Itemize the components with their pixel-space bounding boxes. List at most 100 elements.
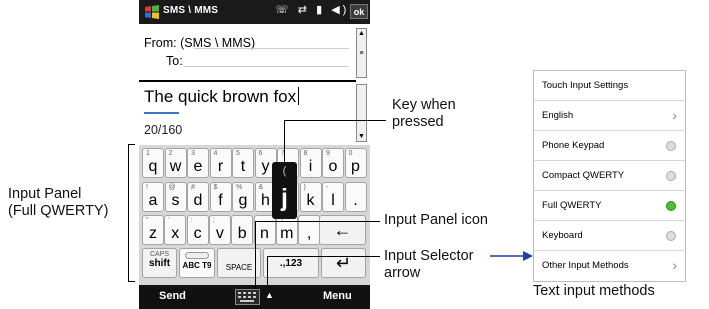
key-label: x [171,225,180,242]
key-secondary-label: 0 [348,150,353,157]
key-l[interactable]: -l [322,181,344,212]
panel-icon-leader [255,221,380,222]
windows-logo-icon[interactable] [144,4,160,20]
key-g[interactable]: % g [232,181,254,212]
key-label: o [328,158,338,175]
key-secondary-label: @ [168,183,176,191]
numbers-label: .,123 [279,258,303,269]
key-b[interactable]: b [231,215,254,245]
key-r[interactable]: 4r [209,148,232,178]
scroll-down-icon[interactable]: ▼ [357,132,366,141]
key-pressed-label: Key when pressed [392,97,456,130]
menu-item-label: Compact QWERTY [542,170,625,181]
key-t[interactable]: 5t [232,148,254,178]
scroll-up-icon[interactable]: ▲ [357,29,366,38]
key-c[interactable]: :c [186,215,209,245]
radio-unselected-icon[interactable] [666,231,676,241]
key-a[interactable]: ! a [142,181,164,212]
key-w[interactable]: 2w [164,148,187,178]
status-indicators-icon[interactable]: ☏ ⇄ ▮ ◀) [275,3,349,16]
menu-softkey[interactable]: Menu [323,290,352,302]
message-body[interactable]: The quick brown fox [144,87,300,107]
from-underline [194,48,349,49]
ok-button[interactable]: ok [350,4,368,19]
scroll-thumb-icon[interactable]: ≡ [357,49,366,58]
key-i[interactable]: 8i [299,148,322,178]
numbers-key[interactable]: .,123 [263,248,319,278]
input-panel-icon[interactable] [235,289,260,305]
body-underline [144,112,179,114]
header-scrollbar[interactable]: ▲ ≡ [356,28,367,78]
body-scrollbar[interactable]: ▼ [356,84,367,142]
bracket-bottom-tick [128,281,135,282]
key-label: . [353,191,358,209]
key-label: w [169,158,182,175]
popup-symbol: ( [282,165,287,177]
key-secondary-label: 4 [213,150,218,157]
backspace-key[interactable]: ← [319,215,366,245]
caps-shift-key[interactable]: CAPS shift [142,248,177,278]
to-field[interactable] [184,66,349,67]
key-label: , [306,225,312,242]
pointer-arrow-icon [490,251,533,261]
key-label: b [237,225,247,242]
status-bar: SMS \ MMS ☏ ⇄ ▮ ◀) ok [139,0,370,24]
key-e[interactable]: 3e [187,148,209,178]
menu-item-full-qwerty[interactable]: Full QWERTY [534,191,685,221]
key-secondary-label: % [236,183,243,191]
key-n[interactable]: n [253,215,276,245]
radio-unselected-icon[interactable] [666,171,676,181]
key-comma[interactable]: , [298,215,321,245]
key-secondary-label: 6 [258,150,263,157]
abc-t9-key[interactable]: ABC T9 [179,248,215,278]
key-label: n [260,225,269,242]
send-softkey[interactable]: Send [159,290,186,302]
bracket-top-tick [128,144,135,145]
t9-toggle-icon[interactable] [185,252,209,259]
key-pressed-leader-drop [284,120,285,162]
enter-key[interactable]: ↵ [321,248,366,278]
input-selector-arrow-icon[interactable]: ▲ [265,290,274,300]
key-secondary-label: ; [212,217,215,224]
key-o[interactable]: 9o [322,148,344,178]
key-k[interactable]: ) k [299,181,322,212]
key-secondary-label: 9 [326,150,330,157]
radio-selected-icon[interactable] [666,201,676,211]
key-f[interactable]: $ f [209,181,232,212]
key-secondary-label: : [190,217,193,224]
menu-item-other-input-methods[interactable]: Other Input Methods › [534,251,685,281]
key-z[interactable]: " z [142,215,164,245]
selector-leader-drop [267,256,268,289]
menu-item-label: Other Input Methods [542,260,629,271]
menu-item-phone-keypad[interactable]: Phone Keypad [534,131,685,161]
key-d[interactable]: # d [187,181,209,212]
key-x[interactable]: ' x [164,215,187,245]
menu-item-english[interactable]: English › [534,101,685,131]
menu-item-keyboard[interactable]: Keyboard [534,221,685,251]
key-secondary-label: & [258,183,264,191]
input-panel-bracket [128,144,129,282]
key-label: a [148,191,158,209]
key-m[interactable]: ?m [275,215,298,245]
input-selector-label: Input Selector arrow [384,248,474,281]
key-s[interactable]: @ s [164,181,187,212]
key-q[interactable]: 1q [142,148,164,178]
key-label: z [149,225,157,242]
menu-item-touch-input-settings[interactable]: Touch Input Settings [534,71,685,101]
chevron-right-icon: › [672,107,677,123]
caps-label: CAPS [149,251,170,258]
key-secondary-label: # [191,183,195,191]
key-secondary-label: 3 [191,150,195,157]
input-methods-menu: Touch Input Settings English › Phone Keypad… [533,70,686,282]
radio-unselected-icon[interactable] [666,141,676,151]
key-label: d [193,191,203,209]
abc-label: ABC T9 [182,261,212,270]
header-divider [139,80,356,82]
key-period[interactable]: . [344,181,367,212]
key-p[interactable]: 0p [344,148,367,178]
to-label: To: [166,54,183,68]
key-label: g [238,191,248,209]
key-v[interactable]: ; v [208,215,231,245]
key-secondary-label: 5 [236,150,240,157]
menu-item-compact-qwerty[interactable]: Compact QWERTY [534,161,685,191]
